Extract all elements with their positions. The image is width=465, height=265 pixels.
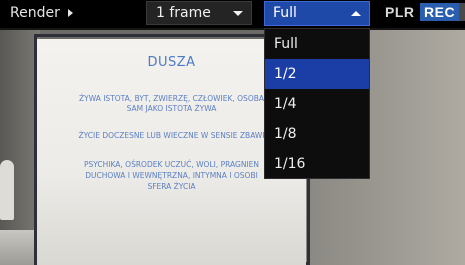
slide-line: SAM JAKO ISTOTA ŻYWA [126,104,217,113]
video-preview: DUSZA ŻYWA ISTOTA, BYT, ZWIERZĘ, CZŁOWIE… [0,30,465,265]
top-toolbar: Render 1 frame Full PLR REC [0,0,465,28]
caret-down-icon [233,11,243,16]
resolution-option-half[interactable]: 1/2 [265,59,369,89]
slide-line: ŻYCIE DOCZESNE LUB WIECZNE W SENSIE ZBAW… [78,131,265,140]
resolution-select[interactable]: Full [264,1,370,26]
slide-line: ŻYWA ISTOTA, BYT, ZWIERZĘ, CZŁOWIEK, OSO… [78,94,264,103]
brand-logo-tail [459,3,465,21]
slide-line: PSYCHIKA, OŚRODEK UCZUĆ, WOLI, PRAGNIEN [83,160,260,169]
caret-up-icon [351,11,361,16]
resolution-value: Full [273,5,297,21]
render-menu-label[interactable]: Render [10,5,60,21]
frame-count-select[interactable]: 1 frame [146,1,252,25]
resolution-option-full[interactable]: Full [265,29,369,59]
speaker-silhouette [0,160,14,220]
slide-line: SFERA ŻYCIA [147,182,196,191]
resolution-option-quarter[interactable]: 1/4 [265,89,369,119]
resolution-dropdown-menu: Full 1/2 1/4 1/8 1/16 [264,28,370,179]
frame-count-value: 1 frame [156,5,211,21]
brand-plr-logo: PLR [385,4,415,20]
resolution-option-sixteenth[interactable]: 1/16 [265,149,369,179]
brand-rec-logo: REC [420,3,460,21]
resolution-option-eighth[interactable]: 1/8 [265,119,369,149]
slide-line: DUCHOWA I WEWNĘTRZNA, INTYMNA I OSOBI [85,171,258,180]
chevron-right-icon[interactable] [68,9,73,17]
